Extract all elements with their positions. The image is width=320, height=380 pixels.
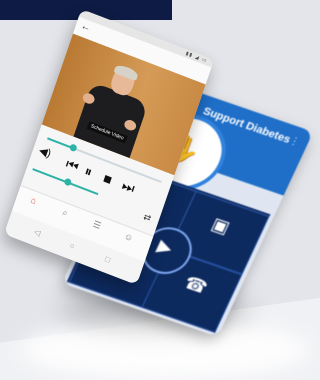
pause-icon[interactable]: ⏸ [83,162,95,180]
skip-previous-icon[interactable]: ⏮ [64,155,81,175]
back-arrow-icon[interactable]: ← [79,20,92,34]
stop-icon[interactable]: ■ [101,170,114,188]
nav-home-icon[interactable]: ○ [69,241,76,251]
tab-search[interactable]: ⌕ [51,203,79,224]
speed-slider-handle[interactable] [63,177,73,187]
person-icon: ☺ [122,230,135,244]
search-icon: ⌕ [61,206,70,219]
menu-tile-label [159,291,216,311]
volume-icon[interactable]: ◀) [37,144,53,160]
phone-icon: ☎ [181,272,211,298]
tab-profile[interactable]: ☺ [115,228,143,248]
play-icon: ▶ [154,235,177,259]
list-icon: ☰ [91,218,103,231]
menu-tile-label [186,233,243,253]
skip-next-icon[interactable]: ⏭ [120,177,137,197]
seek-bar-handle[interactable] [68,143,78,153]
tab-home[interactable]: ⌂ [19,191,47,211]
repeat-icon[interactable]: ⇄ [142,211,152,224]
home-icon: ⌂ [29,194,38,207]
nav-back-icon[interactable]: ◁ [33,227,42,238]
tab-list[interactable]: ☰ [83,215,111,236]
video-icon: ▣ [208,213,233,238]
nav-recents-icon[interactable]: □ [104,254,111,264]
